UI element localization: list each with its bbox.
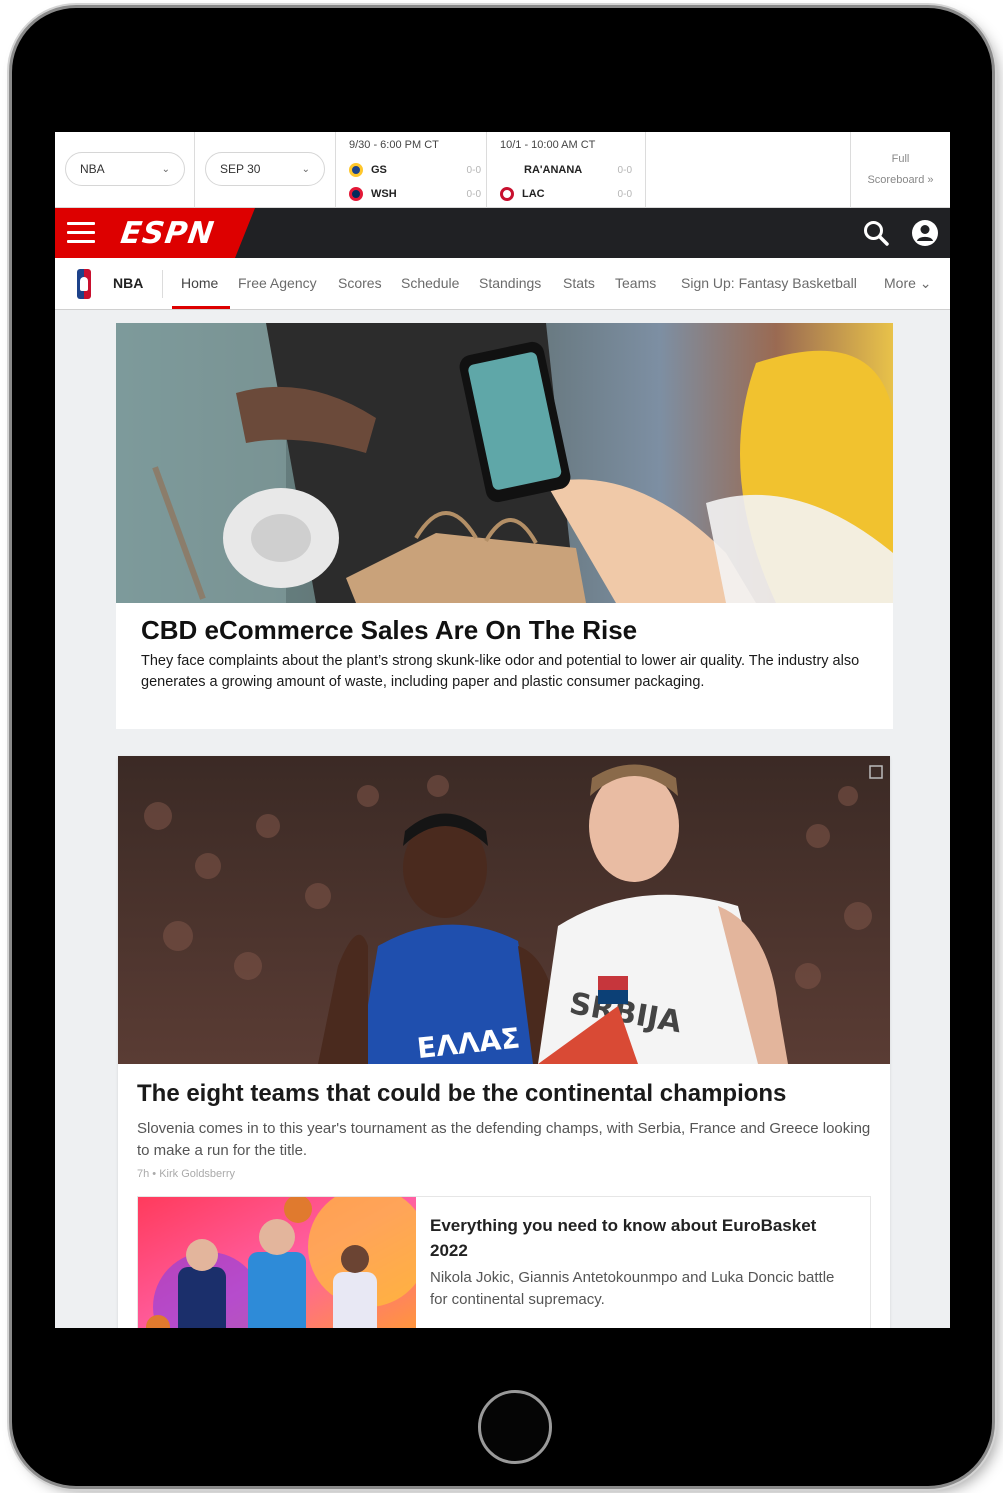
- related-story-card[interactable]: Everything you need to know about EuroBa…: [137, 1196, 871, 1328]
- story-headline[interactable]: The eight teams that could be the contin…: [137, 1080, 786, 1108]
- team-row: WSH 0-0: [349, 185, 481, 203]
- nav-item-stats[interactable]: Stats: [563, 275, 595, 291]
- league-select-value: NBA: [80, 162, 105, 176]
- nav-item-home[interactable]: Home: [181, 275, 218, 291]
- nba-logo-icon[interactable]: [77, 269, 91, 299]
- team-abbr: GS: [371, 164, 387, 176]
- divider: [486, 132, 487, 208]
- story-image: ΕΛΛΑΣ SRBIJA: [118, 756, 890, 1064]
- related-story-headline[interactable]: Everything you need to know about EuroBa…: [430, 1213, 850, 1263]
- game-tile[interactable]: 10/1 - 10:00 AM CT RA'ANANA 0-0 LAC 0-0: [500, 132, 640, 208]
- divider: [194, 132, 195, 208]
- story-byline: 7h • Kirk Goldsberry: [137, 1168, 235, 1180]
- story-description: Slovenia comes in to this year's tournam…: [137, 1120, 871, 1159]
- team-logo-icon: [349, 163, 363, 177]
- team-score: 0-0: [617, 164, 632, 176]
- user-icon[interactable]: [911, 219, 939, 247]
- divider: [162, 270, 163, 298]
- nav-item-schedule[interactable]: Schedule: [401, 275, 459, 291]
- date-select[interactable]: SEP 30 ⌄: [205, 152, 325, 186]
- divider: [645, 132, 646, 208]
- team-row: LAC 0-0: [500, 185, 632, 203]
- nav-item-teams[interactable]: Teams: [615, 275, 656, 291]
- team-logo-icon: [500, 163, 514, 177]
- sponsored-body: They face complaints about the plant’s s…: [141, 653, 860, 690]
- nav-item-free-agency[interactable]: Free Agency: [238, 275, 317, 291]
- tablet-home-button[interactable]: [478, 1390, 552, 1464]
- chevron-down-icon: ⌄: [301, 163, 310, 175]
- active-tab-indicator: [172, 306, 230, 309]
- team-abbr: LAC: [522, 188, 545, 200]
- nba-subnav: NBA Home Free Agency Scores Schedule Sta…: [55, 258, 950, 310]
- team-logo-icon: [349, 187, 363, 201]
- team-abbr: WSH: [371, 188, 397, 200]
- espn-header: ESPN: [55, 208, 950, 258]
- full-scoreboard-line1: Full: [891, 153, 910, 166]
- game-tile[interactable]: 9/30 - 6:00 PM CT GS 0-0 WSH 0-0: [349, 132, 481, 208]
- sponsored-card[interactable]: CBD eCommerce Sales Are On The Rise They…: [116, 323, 893, 729]
- date-select-value: SEP 30: [220, 162, 261, 176]
- team-score: 0-0: [617, 188, 632, 200]
- espn-logo[interactable]: ESPN: [119, 216, 217, 251]
- sponsored-title[interactable]: CBD eCommerce Sales Are On The Rise: [141, 615, 637, 646]
- subnav-section-title[interactable]: NBA: [113, 275, 143, 291]
- team-score: 0-0: [466, 188, 481, 200]
- story-card[interactable]: ΕΛΛΑΣ SRBIJA The eight teams that could …: [118, 756, 890, 1328]
- team-row: GS 0-0: [349, 161, 481, 179]
- screen: NBA ⌄ SEP 30 ⌄ 9/30 - 6:00 PM CT GS 0-0 …: [55, 132, 950, 1328]
- game-time: 10/1 - 10:00 AM CT: [500, 139, 596, 151]
- nav-item-scores[interactable]: Scores: [338, 275, 382, 291]
- team-logo-icon: [500, 187, 514, 201]
- divider: [335, 132, 336, 208]
- nav-item-more[interactable]: More ⌄: [884, 275, 932, 292]
- league-select[interactable]: NBA ⌄: [65, 152, 185, 186]
- scoreboard-strip: NBA ⌄ SEP 30 ⌄ 9/30 - 6:00 PM CT GS 0-0 …: [55, 132, 950, 208]
- team-row: RA'ANANA 0-0: [500, 161, 632, 179]
- full-scoreboard-link[interactable]: Full Scoreboard »: [850, 132, 950, 208]
- sponsored-image: [116, 323, 893, 603]
- full-scoreboard-line2: Scoreboard »: [867, 174, 934, 186]
- related-story-description: Nikola Jokic, Giannis Antetokounmpo and …: [430, 1269, 835, 1308]
- hamburger-icon[interactable]: [67, 222, 95, 244]
- team-abbr: RA'ANANA: [524, 164, 583, 176]
- search-icon[interactable]: [863, 220, 889, 246]
- nav-item-fantasy[interactable]: Sign Up: Fantasy Basketball: [681, 275, 857, 291]
- related-story-image: [138, 1197, 416, 1328]
- game-time: 9/30 - 6:00 PM CT: [349, 139, 439, 151]
- nav-item-standings[interactable]: Standings: [479, 275, 541, 291]
- team-score: 0-0: [466, 164, 481, 176]
- chevron-down-icon: ⌄: [161, 163, 170, 175]
